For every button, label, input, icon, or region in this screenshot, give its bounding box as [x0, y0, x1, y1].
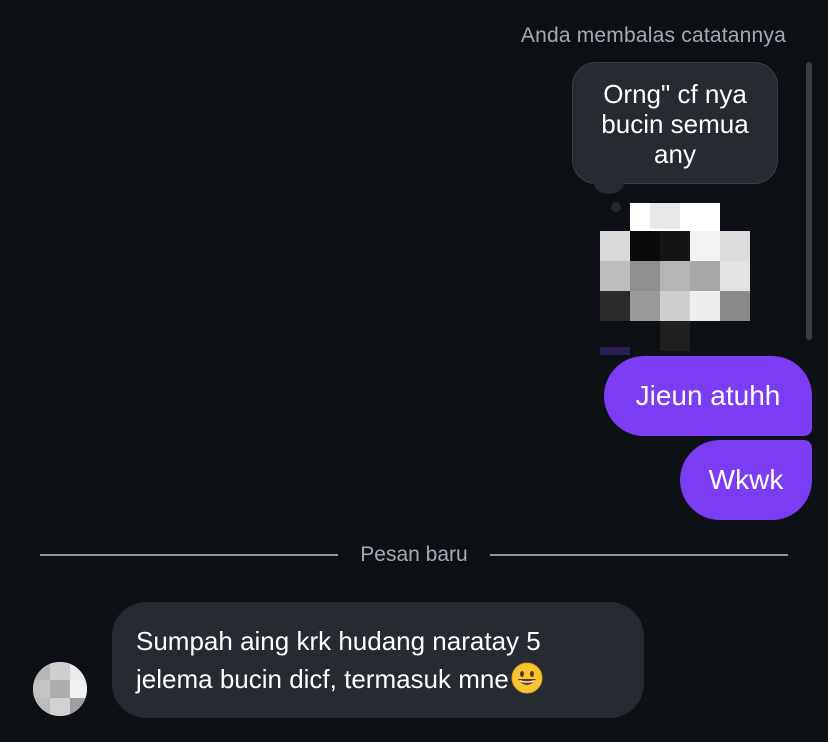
grinning-face-icon: [511, 662, 543, 694]
note-bubble-tail: [594, 172, 624, 194]
received-message[interactable]: Sumpah aing krk hudang naratay 5 jelema …: [112, 602, 644, 718]
chat-screen: Anda membalas catatannya Orng" cf nya bu…: [0, 0, 828, 742]
divider-line: [489, 554, 789, 556]
sent-message-text: Jieun atuhh: [635, 380, 781, 411]
sent-message[interactable]: Wkwk: [680, 440, 812, 520]
new-messages-divider: Pesan baru: [40, 538, 789, 572]
note-author-avatar[interactable]: [600, 195, 750, 355]
sender-avatar[interactable]: [30, 662, 88, 716]
received-message-text: Sumpah aing krk hudang naratay 5 jelema …: [136, 626, 541, 694]
reply-caption: Anda membalas catatannya: [520, 24, 786, 47]
sent-message-text: Wkwk: [708, 464, 784, 495]
note-text: Orng" cf nya bucin semua any: [601, 79, 749, 169]
note-bubble[interactable]: Orng" cf nya bucin semua any: [572, 62, 778, 184]
divider-label: Pesan baru: [360, 543, 468, 566]
scrollbar[interactable]: [806, 62, 812, 340]
divider-line: [40, 554, 339, 556]
sent-message[interactable]: Jieun atuhh: [604, 356, 812, 436]
